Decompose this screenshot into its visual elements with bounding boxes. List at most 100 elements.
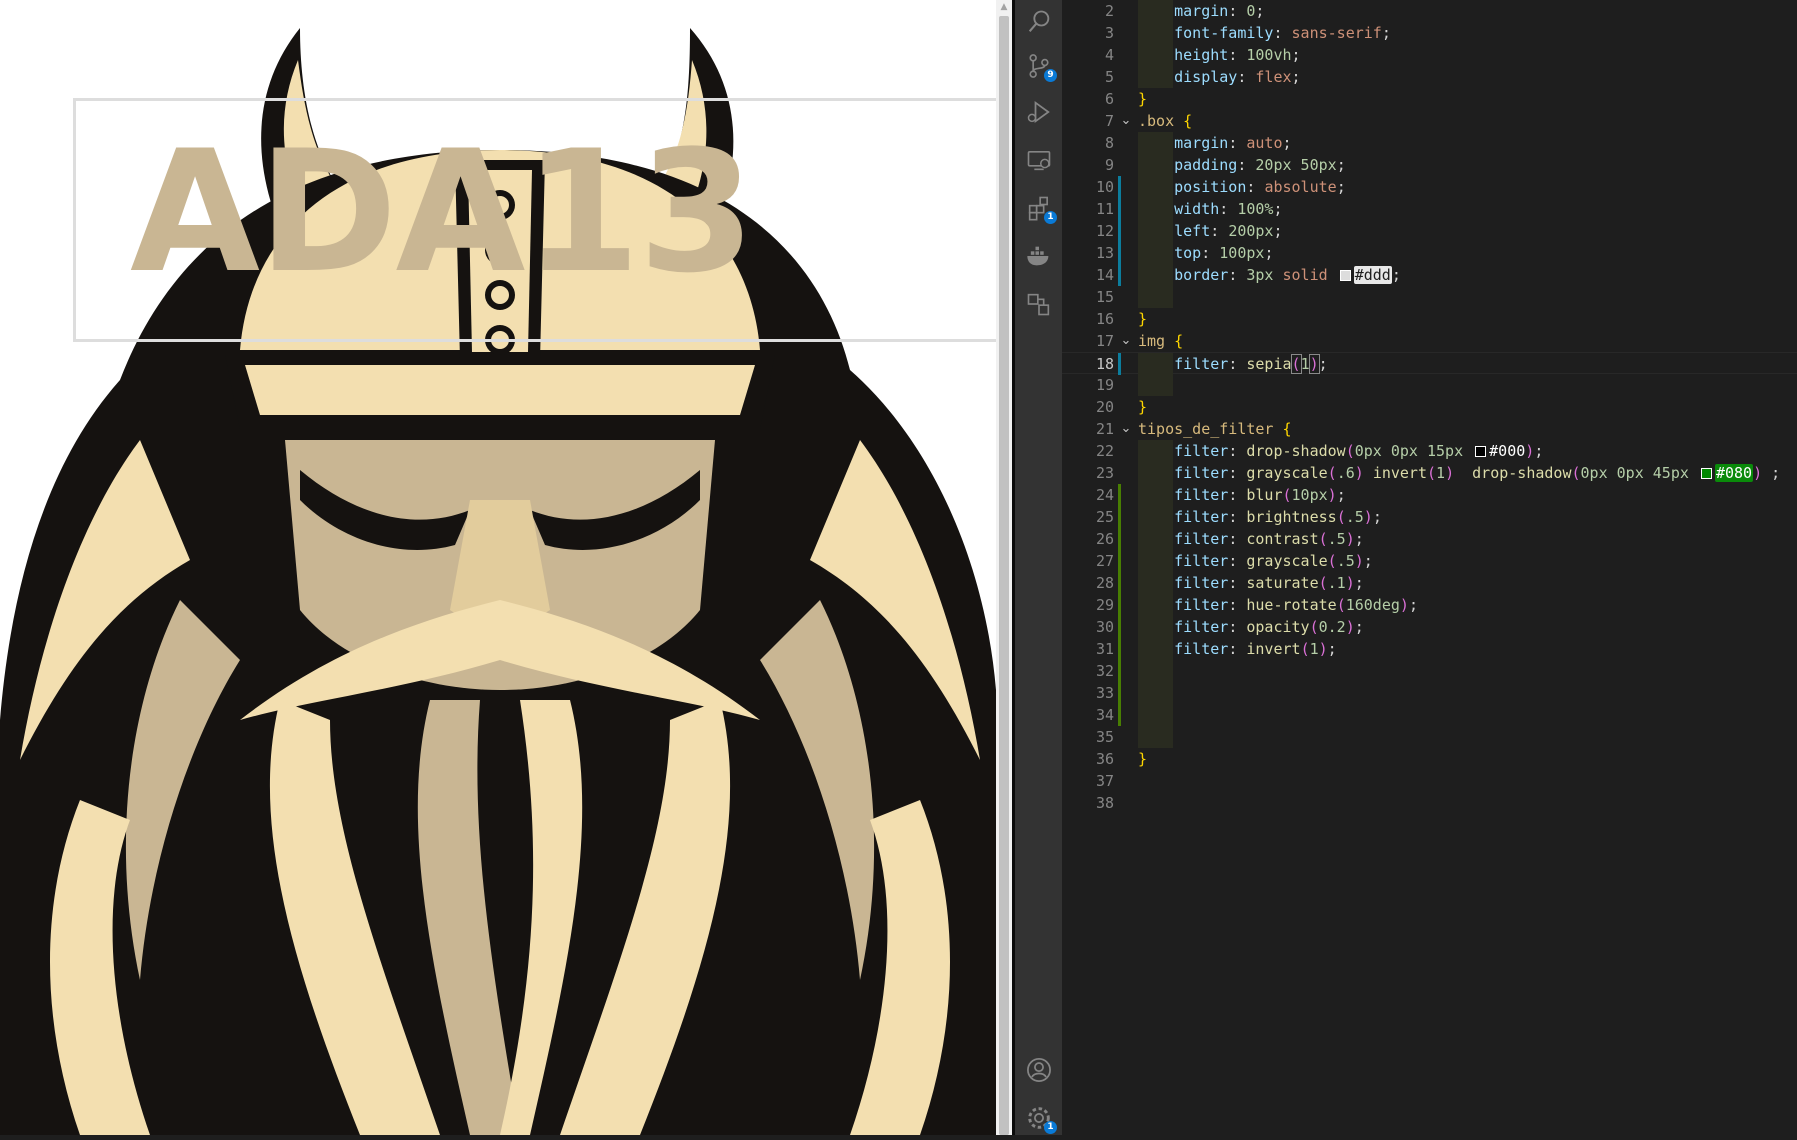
code-token: ( bbox=[1318, 574, 1328, 592]
code-token: auto bbox=[1246, 134, 1283, 152]
code-token: ( bbox=[1282, 486, 1292, 504]
extensions-button[interactable]: 1 bbox=[1015, 186, 1062, 230]
scroll-up-arrow-icon[interactable]: ▲ bbox=[996, 0, 1012, 14]
color-swatch[interactable] bbox=[1339, 270, 1351, 281]
git-change-marker[interactable] bbox=[1118, 484, 1121, 506]
code-text: position: absolute; bbox=[1138, 176, 1346, 198]
git-change-marker[interactable] bbox=[1118, 198, 1121, 220]
code-line[interactable]: 32 bbox=[1062, 660, 1797, 682]
code-line[interactable]: 30 filter: opacity(0.2); bbox=[1062, 616, 1797, 638]
code-line[interactable]: 6} bbox=[1062, 88, 1797, 110]
code-text: } bbox=[1138, 748, 1147, 770]
git-change-marker[interactable] bbox=[1118, 616, 1121, 638]
code-line[interactable]: 29 filter: hue-rotate(160deg); bbox=[1062, 594, 1797, 616]
code-line[interactable]: 19 bbox=[1062, 374, 1797, 396]
run-debug-button[interactable] bbox=[1015, 90, 1062, 134]
line-number: 26 bbox=[1095, 530, 1114, 548]
code-text: top: 100px; bbox=[1138, 242, 1273, 264]
code-line[interactable]: 38 bbox=[1062, 792, 1797, 814]
code-text: filter: opacity(0.2); bbox=[1138, 616, 1364, 638]
code-line[interactable]: 18 filter: sepia(1); bbox=[1062, 352, 1797, 375]
code-token: ) bbox=[1318, 640, 1328, 658]
code-token: : bbox=[1210, 222, 1229, 240]
code-line[interactable]: 4 height: 100vh; bbox=[1062, 44, 1797, 66]
preview-scrollbar-thumb[interactable] bbox=[999, 16, 1009, 1135]
git-change-marker[interactable] bbox=[1118, 528, 1121, 550]
code-line[interactable]: 10 position: absolute; bbox=[1062, 176, 1797, 198]
code-line[interactable]: 20} bbox=[1062, 396, 1797, 418]
fold-chevron-icon[interactable]: ⌄ bbox=[1119, 330, 1133, 352]
code-token: ; bbox=[1318, 355, 1328, 373]
git-change-marker[interactable] bbox=[1118, 220, 1121, 242]
code-token: 0px 0px 15px bbox=[1354, 442, 1473, 460]
code-line[interactable]: 3 font-family: sans-serif; bbox=[1062, 22, 1797, 44]
indent-guide bbox=[1138, 682, 1173, 704]
code-line[interactable]: 25 filter: brightness(.5); bbox=[1062, 506, 1797, 528]
code-line[interactable]: 36} bbox=[1062, 748, 1797, 770]
code-line[interactable]: 28 filter: saturate(.1); bbox=[1062, 572, 1797, 594]
code-token: : bbox=[1228, 640, 1247, 658]
browser-preview: ADA13 bbox=[0, 0, 996, 1135]
live-share-button[interactable] bbox=[1015, 282, 1062, 326]
git-change-marker[interactable] bbox=[1118, 660, 1121, 682]
code-token: : bbox=[1228, 355, 1247, 373]
code-text: left: 200px; bbox=[1138, 220, 1282, 242]
code-line[interactable]: 23 filter: grayscale(.6) invert(1) drop-… bbox=[1062, 462, 1797, 484]
git-change-marker[interactable] bbox=[1118, 682, 1121, 704]
code-line[interactable]: 21 ⌄ tipos_de_filter { bbox=[1062, 418, 1797, 440]
code-line[interactable]: 13 top: 100px; bbox=[1062, 242, 1797, 264]
code-line[interactable]: 8 margin: auto; bbox=[1062, 132, 1797, 154]
code-line[interactable]: 24 filter: blur(10px); bbox=[1062, 484, 1797, 506]
code-editor[interactable]: 2 margin: 0; 3 font-family: sans-serif; 4 … bbox=[1062, 0, 1797, 1135]
code-line[interactable]: 34 bbox=[1062, 704, 1797, 726]
color-swatch[interactable] bbox=[1475, 446, 1487, 457]
code-line[interactable]: 11 width: 100%; bbox=[1062, 198, 1797, 220]
git-change-marker[interactable] bbox=[1118, 176, 1121, 198]
code-line[interactable]: 37 bbox=[1062, 770, 1797, 792]
fold-chevron-icon[interactable]: ⌄ bbox=[1119, 110, 1133, 132]
git-change-marker[interactable] bbox=[1118, 353, 1121, 375]
code-token: : bbox=[1228, 134, 1247, 152]
code-line[interactable]: 26 filter: contrast(.5); bbox=[1062, 528, 1797, 550]
git-change-marker[interactable] bbox=[1118, 242, 1121, 264]
code-line[interactable]: 17 ⌄ img { bbox=[1062, 330, 1797, 352]
indent-guide bbox=[1138, 660, 1173, 682]
git-change-marker[interactable] bbox=[1118, 638, 1121, 660]
code-line[interactable]: 7 ⌄ .box { bbox=[1062, 110, 1797, 132]
code-line[interactable]: 5 display: flex; bbox=[1062, 66, 1797, 88]
code-line[interactable]: 2 margin: 0; bbox=[1062, 0, 1797, 22]
remote-explorer-button[interactable] bbox=[1015, 138, 1062, 182]
accounts-button[interactable] bbox=[1015, 1048, 1062, 1092]
code-line[interactable]: 12 left: 200px; bbox=[1062, 220, 1797, 242]
run-debug-icon bbox=[1027, 100, 1050, 124]
code-line[interactable]: 31 filter: invert(1); bbox=[1062, 638, 1797, 660]
docker-button[interactable] bbox=[1015, 234, 1062, 278]
manage-gear-button[interactable]: 1 bbox=[1015, 1096, 1062, 1140]
git-change-marker[interactable] bbox=[1118, 704, 1121, 726]
code-line[interactable]: 27 filter: grayscale(.5); bbox=[1062, 550, 1797, 572]
code-line[interactable]: 35 bbox=[1062, 726, 1797, 748]
line-number: 25 bbox=[1095, 508, 1114, 526]
code-token: : bbox=[1228, 46, 1247, 64]
git-change-marker[interactable] bbox=[1118, 594, 1121, 616]
git-change-marker[interactable] bbox=[1118, 264, 1121, 286]
git-change-marker[interactable] bbox=[1118, 506, 1121, 528]
code-token: ( bbox=[1327, 464, 1337, 482]
code-line[interactable]: 22 filter: drop-shadow(0px 0px 15px #000… bbox=[1062, 440, 1797, 462]
code-token: 100% bbox=[1237, 200, 1274, 218]
fold-chevron-icon[interactable]: ⌄ bbox=[1119, 418, 1133, 440]
search-button[interactable] bbox=[1015, 0, 1062, 44]
git-change-marker[interactable] bbox=[1118, 572, 1121, 594]
code-token: .5 bbox=[1327, 530, 1346, 548]
code-line[interactable]: 33 bbox=[1062, 682, 1797, 704]
color-swatch[interactable] bbox=[1700, 468, 1712, 479]
git-change-marker[interactable] bbox=[1118, 550, 1121, 572]
code-line[interactable]: 16} bbox=[1062, 308, 1797, 330]
source-control-button[interactable]: 9 bbox=[1015, 44, 1062, 88]
code-line[interactable]: 14 border: 3px solid #ddd; bbox=[1062, 264, 1797, 286]
code-token: ( bbox=[1300, 640, 1310, 658]
code-line[interactable]: 9 padding: 20px 50px; bbox=[1062, 154, 1797, 176]
code-line[interactable]: 15 bbox=[1062, 286, 1797, 308]
code-token: grayscale bbox=[1246, 552, 1328, 570]
